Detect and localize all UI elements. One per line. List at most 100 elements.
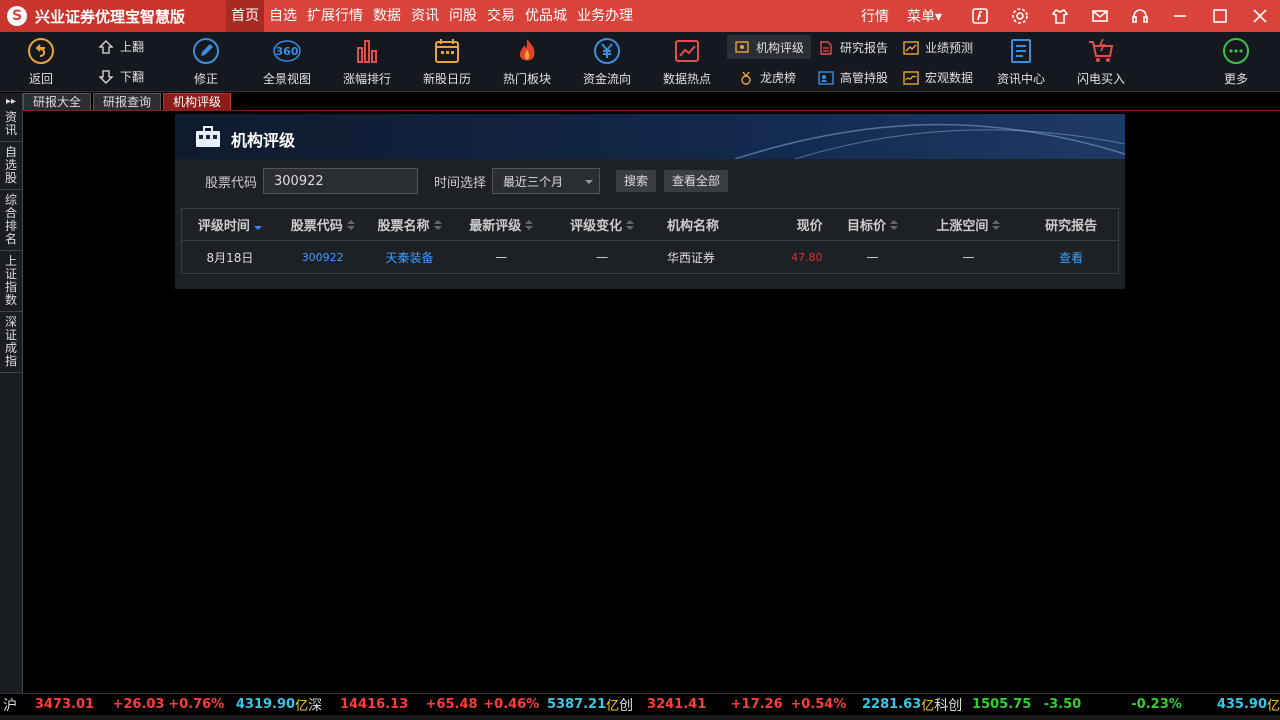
cell-stock-code[interactable]: 300922 [278, 251, 368, 264]
page-down-button[interactable]: 下翻 [98, 68, 144, 85]
menu-home[interactable]: 首页 [226, 0, 264, 32]
menu-extended-quotes[interactable]: 扩展行情 [302, 0, 368, 32]
col-latest-rating[interactable]: 最新评级 [451, 215, 551, 234]
cell-institution: 华西证券 [666, 250, 715, 265]
menu-ask-stock[interactable]: 问股 [444, 0, 482, 32]
dragon-tiger-button[interactable]: 龙虎榜 [738, 69, 796, 86]
col-stock-name[interactable]: 股票名称 [368, 215, 452, 234]
hot-sector-label: 热门板块 [502, 72, 551, 86]
tab-report-all[interactable]: 研报大全 [23, 93, 92, 111]
inst-rating-button[interactable]: 机构评级 [727, 35, 811, 59]
app-title: 兴业证券优理宝智慧版 [35, 7, 186, 26]
maximize-icon[interactable] [1200, 0, 1240, 32]
more-label: 更多 [1223, 72, 1248, 86]
back-button[interactable]: 返回 [18, 32, 64, 92]
page-up-button[interactable]: 上翻 [98, 38, 144, 55]
sidebar-item-news[interactable]: 资讯 [0, 107, 22, 142]
exec-holding-button[interactable]: 高管持股 [818, 69, 888, 86]
cell-stock-name[interactable]: 天秦装备 [368, 249, 452, 266]
collapse-arrow-icon[interactable]: ▸▸ [0, 93, 22, 107]
stock-code-input[interactable] [263, 168, 419, 194]
cell-rating-change: — [596, 250, 609, 264]
ticker-sz-price: 14416.13 [339, 697, 409, 712]
col-rating-time[interactable]: 评级时间 [182, 215, 278, 234]
rating-badge-icon [735, 41, 749, 53]
more-button[interactable]: 更多 [1216, 32, 1256, 92]
edit-button[interactable]: 修正 [186, 32, 226, 92]
panorama-button[interactable]: 360 全景视图 [258, 32, 316, 92]
formula-icon[interactable] [960, 0, 1000, 32]
col-label: 最新评级 [469, 219, 522, 234]
tab-inst-rating[interactable]: 机构评级 [163, 93, 232, 111]
flash-buy-button[interactable]: 闪电买入 [1074, 32, 1128, 92]
quote-button[interactable]: 行情 [861, 6, 889, 26]
menu-watchlist[interactable]: 自选 [264, 0, 302, 32]
search-button[interactable]: 搜索 [616, 170, 657, 192]
fund-flow-button[interactable]: 资金流向 [578, 32, 636, 92]
news-icon [1011, 39, 1031, 63]
minimize-icon[interactable] [1160, 0, 1200, 32]
menu-button[interactable]: 菜单▾ [907, 6, 942, 26]
settings-icon[interactable] [1000, 0, 1040, 32]
ipo-calendar-button[interactable]: 新股日历 [418, 32, 476, 92]
back-label: 返回 [28, 72, 53, 86]
cell-price: 47.80 [791, 250, 823, 264]
ticker-sh-label[interactable]: 沪 [3, 695, 35, 715]
col-stock-code[interactable]: 股票代码 [278, 215, 368, 234]
news-center-button[interactable]: 资讯中心 [994, 32, 1048, 92]
col-target-price[interactable]: 目标价 [833, 215, 913, 234]
time-range-value: 最近三个月 [503, 174, 564, 189]
sidebar-item-sz-index[interactable]: 深证成指 [0, 312, 22, 373]
col-rating-change[interactable]: 评级变化 [551, 215, 653, 234]
col-label: 评级变化 [570, 219, 623, 234]
sort-desc-icon [253, 220, 262, 230]
col-report: 研究报告 [1024, 215, 1118, 234]
menu-trade[interactable]: 交易 [482, 0, 520, 32]
tab-bar: 研报大全 研报查询 机构评级 [23, 93, 233, 111]
ticker-cy-price: 3241.41 [647, 697, 707, 712]
ticker-sz-label[interactable]: 深 [308, 695, 340, 715]
headset-icon[interactable] [1120, 0, 1160, 32]
document-icon [820, 40, 832, 55]
skin-icon[interactable] [1040, 0, 1080, 32]
view-report-link[interactable]: 查看 [1024, 249, 1118, 266]
app-logo: S 兴业证券优理宝智慧版 [0, 0, 226, 32]
menu-news[interactable]: 资讯 [406, 0, 444, 32]
col-label: 机构名称 [666, 219, 719, 234]
col-upside[interactable]: 上涨空间 [912, 215, 1024, 234]
earnings-forecast-button[interactable]: 业绩预测 [903, 39, 973, 56]
menu-mall[interactable]: 优品城 [520, 0, 572, 32]
sidebar-item-ranking[interactable]: 综合排名 [0, 190, 22, 251]
wave-chart-icon [903, 70, 919, 85]
ticker-kc-label[interactable]: 科创 [934, 695, 972, 715]
view-all-button[interactable]: 查看全部 [664, 170, 729, 192]
edit-label: 修正 [193, 72, 218, 86]
code-label: 股票代码 [205, 175, 258, 191]
main-menu: 首页 自选 扩展行情 数据 资讯 问股 交易 优品城 业务办理 [226, 0, 638, 32]
cell-target-price: — [866, 250, 879, 264]
ticker-cy-label[interactable]: 创 [619, 695, 647, 715]
hot-sector-button[interactable]: 热门板块 [498, 32, 556, 92]
tab-report-query[interactable]: 研报查询 [93, 93, 162, 111]
col-label: 上涨空间 [936, 219, 989, 234]
rank-button[interactable]: 涨幅排行 [338, 32, 396, 92]
col-label: 现价 [796, 219, 823, 234]
table-row[interactable]: 8月18日 300922 天秦装备 — — 华西证券 47.80 — — 查看 [182, 241, 1118, 273]
page-down-label: 下翻 [120, 70, 145, 84]
sort-icon [890, 219, 899, 230]
ticker-cy-amount: 2281.63 [861, 697, 922, 712]
research-report-button[interactable]: 研究报告 [818, 39, 888, 56]
ticker-sz-unit: 亿 [606, 699, 620, 714]
sidebar-item-watchlist[interactable]: 自选股 [0, 142, 22, 190]
close-icon[interactable] [1240, 0, 1280, 32]
trend-chart-icon [675, 40, 699, 62]
left-sidebar: ▸▸ 资讯 自选股 综合排名 上证指数 深证成指 [0, 93, 23, 693]
arrow-up-icon [98, 39, 114, 54]
macro-data-button[interactable]: 宏观数据 [903, 69, 973, 86]
time-range-select[interactable]: 最近三个月 [492, 168, 601, 194]
sidebar-item-sh-index[interactable]: 上证指数 [0, 251, 22, 312]
data-hot-button[interactable]: 数据热点 [658, 32, 716, 92]
menu-data[interactable]: 数据 [368, 0, 406, 32]
menu-services[interactable]: 业务办理 [572, 0, 638, 32]
mail-icon[interactable] [1080, 0, 1120, 32]
